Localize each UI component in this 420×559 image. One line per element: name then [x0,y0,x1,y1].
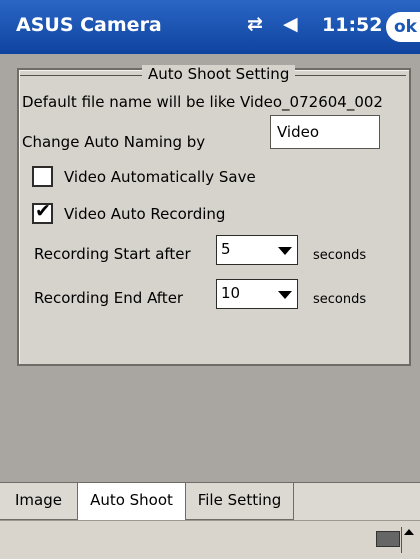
keyboard-icon[interactable] [376,531,400,547]
end-seconds-label: seconds [313,292,367,307]
chevron-down-icon [278,247,292,255]
change-naming-label: Change Auto Naming by [22,133,206,151]
ok-button[interactable]: ok [386,12,420,42]
auto-recording-label: Video Auto Recording [64,205,226,223]
tab-auto-shoot[interactable]: Auto Shoot [78,483,186,520]
app-title: ASUS Camera [16,14,162,36]
connectivity-icon[interactable]: ⇄ [247,13,263,35]
divider [401,527,402,553]
title-bar: ASUS Camera ⇄ ◀ 11:52 ok [0,0,420,54]
tab-file-setting[interactable]: File Setting [186,483,294,520]
chevron-down-icon [278,291,292,299]
group-title: Auto Shoot Setting [142,65,296,83]
start-select[interactable]: 5 [216,235,298,265]
end-select[interactable]: 10 [216,279,298,309]
tab-image[interactable]: Image [0,483,78,520]
volume-icon[interactable]: ◀ [283,13,298,35]
auto-save-label: Video Automatically Save [64,168,256,186]
naming-input[interactable]: Video [270,115,380,149]
start-seconds-label: seconds [313,248,367,263]
auto-recording-checkbox[interactable]: ✔ [32,200,53,224]
input-menu-arrow-icon[interactable] [404,529,414,535]
start-label: Recording Start after [34,245,191,263]
check-icon: ✔ [35,200,51,222]
content-area: Auto Shoot Setting Default file name wil… [0,54,420,482]
end-value: 10 [221,284,241,302]
clock[interactable]: 11:52 [322,14,382,36]
tab-bar: Image Auto Shoot File Setting [0,482,420,521]
default-file-text: Default file name will be like Video_072… [22,93,383,111]
menu-bar [0,520,420,559]
start-value: 5 [221,240,231,258]
auto-save-checkbox[interactable] [32,166,53,187]
end-label: Recording End After [34,289,184,307]
